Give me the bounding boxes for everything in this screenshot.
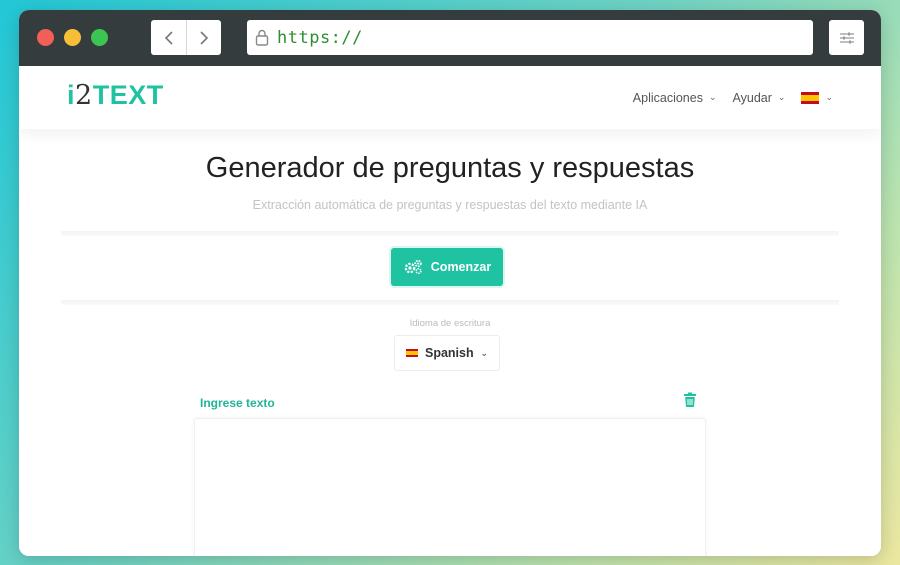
minimize-window-button[interactable] (64, 29, 81, 46)
language-label: Idioma de escritura (409, 318, 491, 329)
language-select[interactable]: Spanish ⌄ (394, 335, 500, 371)
sliders-icon (839, 32, 854, 43)
section-divider (61, 300, 839, 305)
spain-flag-icon (801, 91, 820, 104)
browser-window: https:// i2TEXT Aplicaciones ⌄ Ayudar ⌄ … (19, 10, 881, 556)
lock-icon (255, 29, 269, 46)
i2text-logo[interactable]: i2TEXT (67, 80, 164, 111)
address-bar[interactable]: https:// (247, 20, 813, 55)
input-text-label: Ingrese texto (200, 396, 275, 410)
language-select-value: Spanish (425, 346, 474, 360)
main-menu: Aplicaciones ⌄ Ayudar ⌄ ⌄ (633, 66, 833, 129)
logo-prefix: i (67, 80, 76, 110)
language-switcher[interactable]: ⌄ (801, 91, 833, 104)
start-button-label: Comenzar (430, 260, 492, 274)
site-header: i2TEXT Aplicaciones ⌄ Ayudar ⌄ ⌄ (19, 66, 881, 129)
browser-toolbar: https:// (19, 10, 881, 66)
start-button[interactable]: Comenzar (391, 248, 503, 286)
url-text: https:// (277, 27, 363, 48)
page-subtitle: Extracción automática de preguntas y res… (252, 198, 648, 212)
chevron-left-icon (164, 30, 173, 45)
trash-icon[interactable] (683, 392, 697, 408)
menu-item-help-label: Ayudar (732, 90, 772, 105)
chevron-down-icon: ⌄ (777, 92, 786, 102)
text-input-area[interactable] (194, 418, 706, 556)
spain-flag-icon (406, 349, 418, 357)
back-button[interactable] (151, 20, 186, 55)
menu-item-help[interactable]: Ayudar ⌄ (733, 91, 786, 105)
section-divider (61, 231, 839, 236)
chevron-down-icon: ⌄ (480, 348, 488, 358)
maximize-window-button[interactable] (91, 29, 108, 46)
menu-item-applications-label: Aplicaciones (632, 90, 703, 105)
page-title: Generador de preguntas y respuestas (205, 152, 695, 184)
chevron-down-icon: ⌄ (825, 92, 833, 102)
web-page: i2TEXT Aplicaciones ⌄ Ayudar ⌄ ⌄ Generad… (19, 66, 881, 556)
close-window-button[interactable] (37, 29, 54, 46)
forward-button[interactable] (186, 20, 221, 55)
chevron-down-icon: ⌄ (708, 92, 717, 102)
gears-icon (404, 259, 422, 275)
logo-suffix: TEXT (92, 80, 164, 110)
menu-item-applications[interactable]: Aplicaciones ⌄ (633, 91, 717, 105)
chevron-right-icon (200, 30, 209, 45)
logo-number: 2 (75, 80, 93, 111)
browser-settings-button[interactable] (829, 20, 864, 55)
